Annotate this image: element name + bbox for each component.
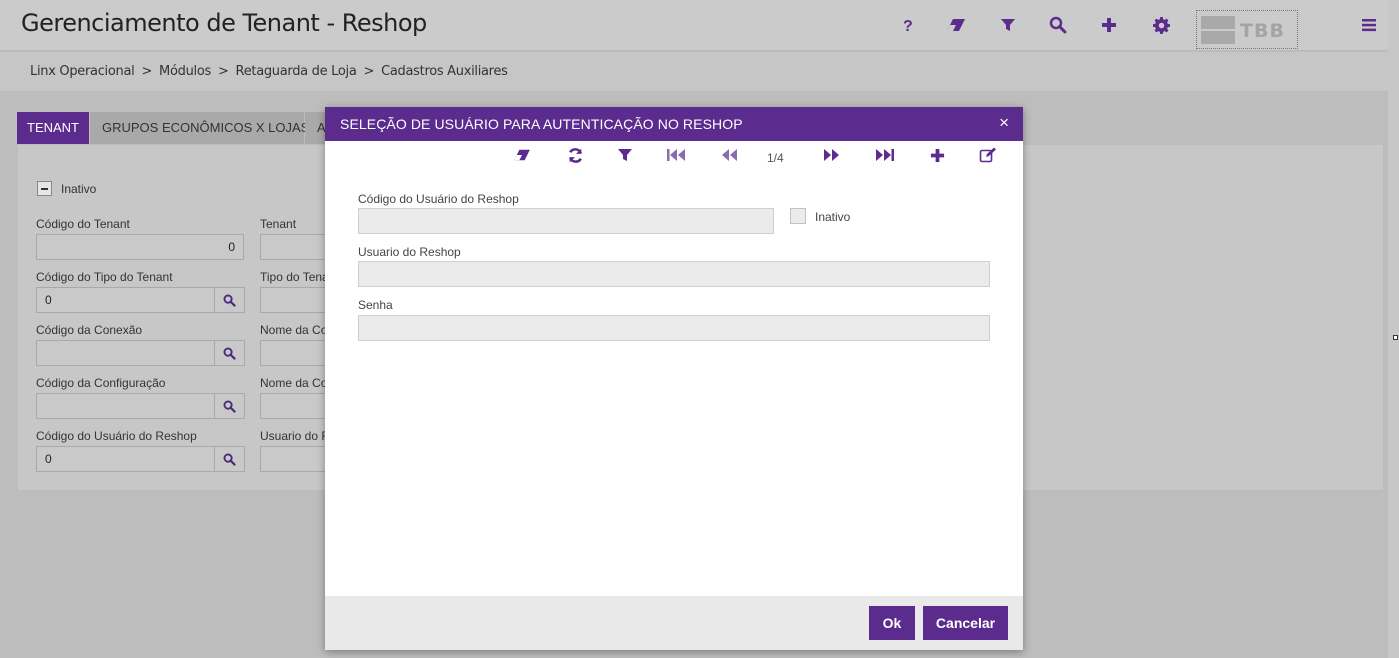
search-configuracao-button[interactable] bbox=[215, 393, 245, 419]
usuario-reshop-field[interactable] bbox=[260, 446, 330, 472]
search-conexao-button[interactable] bbox=[215, 340, 245, 366]
dialog-title: SELEÇÃO DE USUÁRIO PARA AUTENTICAÇÃO NO … bbox=[340, 116, 743, 132]
search-icon bbox=[223, 453, 236, 466]
usuario-field[interactable] bbox=[358, 261, 990, 287]
dialog-footer: Ok Cancelar bbox=[325, 596, 1023, 650]
codigo-tenant-label: Código do Tenant bbox=[36, 217, 130, 231]
search-tipo-tenant-button[interactable] bbox=[215, 287, 245, 313]
breadcrumb-item[interactable]: Retaguarda de Loja bbox=[236, 64, 357, 79]
codigo-tipo-tenant-field[interactable]: 0 bbox=[36, 287, 215, 313]
inativo-checkbox[interactable] bbox=[37, 181, 52, 196]
page-title: Gerenciamento de Tenant - Reshop bbox=[21, 9, 427, 37]
codigo-usuario-label: Código do Usuário do Reshop bbox=[358, 192, 519, 206]
usuario-label: Usuario do Reshop bbox=[358, 245, 461, 259]
inativo-checkbox[interactable] bbox=[790, 208, 806, 224]
search-icon[interactable] bbox=[1047, 14, 1069, 36]
logo-text: TBB bbox=[1240, 20, 1285, 42]
senha-field[interactable] bbox=[358, 315, 990, 341]
tab-grupos-economicos[interactable]: GRUPOS ECONÔMICOS X LOJAS bbox=[90, 112, 309, 144]
plus-icon[interactable] bbox=[926, 145, 948, 165]
menu-icon[interactable] bbox=[1358, 14, 1380, 36]
nome-conexao-field[interactable] bbox=[260, 340, 330, 366]
first-page-icon[interactable] bbox=[665, 145, 687, 165]
search-usuario-reshop-button[interactable] bbox=[215, 446, 245, 472]
breadcrumb-separator: > bbox=[363, 64, 375, 79]
breadcrumb: Linx Operacional > Módulos > Retaguarda de L… bbox=[30, 64, 508, 79]
scroll-handle[interactable] bbox=[1393, 335, 1398, 340]
prev-page-icon[interactable] bbox=[718, 145, 740, 165]
filter-icon[interactable] bbox=[997, 14, 1019, 36]
dialog-header: SELEÇÃO DE USUÁRIO PARA AUTENTICAÇÃO NO … bbox=[325, 107, 1023, 141]
codigo-configuracao-field[interactable] bbox=[36, 393, 215, 419]
inativo-label: Inativo bbox=[815, 210, 851, 224]
plus-icon[interactable] bbox=[1098, 14, 1120, 36]
inativo-label: Inativo bbox=[61, 182, 97, 196]
logo-mark-bottom bbox=[1201, 31, 1235, 44]
help-icon[interactable]: ? bbox=[896, 14, 918, 36]
nome-configuracao-field[interactable] bbox=[260, 393, 330, 419]
eraser-icon[interactable] bbox=[511, 145, 533, 165]
close-icon[interactable]: × bbox=[999, 113, 1009, 133]
codigo-tenant-field[interactable]: 0 bbox=[36, 234, 244, 260]
search-icon bbox=[223, 294, 236, 307]
user-selection-dialog: SELEÇÃO DE USUÁRIO PARA AUTENTICAÇÃO NO … bbox=[325, 107, 1023, 650]
breadcrumb-separator: > bbox=[141, 64, 153, 79]
search-icon bbox=[223, 400, 236, 413]
cancel-button[interactable]: Cancelar bbox=[923, 606, 1008, 640]
tenant-field[interactable] bbox=[260, 234, 330, 260]
codigo-conexao-field[interactable] bbox=[36, 340, 215, 366]
breadcrumb-bar: Linx Operacional > Módulos > Retaguarda de L… bbox=[0, 52, 1388, 91]
nome-configuracao-label: Nome da Co bbox=[260, 376, 328, 390]
gear-icon[interactable] bbox=[1150, 14, 1172, 36]
codigo-usuario-reshop-field[interactable]: 0 bbox=[36, 446, 215, 472]
breadcrumb-item[interactable]: Módulos bbox=[159, 64, 211, 79]
tipo-tenant-field[interactable] bbox=[260, 287, 330, 313]
codigo-configuracao-label: Código da Configuração bbox=[36, 376, 166, 390]
svg-text:?: ? bbox=[903, 18, 913, 33]
filter-icon[interactable] bbox=[614, 145, 636, 165]
last-page-icon[interactable] bbox=[874, 145, 896, 165]
ok-button[interactable]: Ok bbox=[869, 606, 915, 640]
eraser-icon[interactable] bbox=[945, 14, 967, 36]
codigo-usuario-field[interactable] bbox=[358, 208, 774, 234]
scrollbar[interactable] bbox=[1388, 0, 1399, 658]
logo: TBB bbox=[1196, 10, 1298, 49]
tenant-label: Tenant bbox=[260, 217, 297, 231]
codigo-tipo-tenant-label: Código do Tipo do Tenant bbox=[36, 270, 173, 284]
nome-conexao-label: Nome da Co bbox=[260, 323, 328, 337]
breadcrumb-separator: > bbox=[217, 64, 229, 79]
breadcrumb-item[interactable]: Linx Operacional bbox=[30, 64, 135, 79]
edit-icon[interactable] bbox=[977, 145, 999, 165]
breadcrumb-item[interactable]: Cadastros Auxiliares bbox=[381, 64, 508, 79]
search-icon bbox=[223, 347, 236, 360]
next-page-icon[interactable] bbox=[821, 145, 843, 165]
codigo-usuario-reshop-label: Código do Usuário do Reshop bbox=[36, 429, 197, 443]
logo-mark-top bbox=[1201, 16, 1235, 29]
refresh-icon[interactable] bbox=[564, 145, 586, 165]
tipo-tenant-label: Tipo do Tena bbox=[260, 270, 329, 284]
top-bar: Gerenciamento de Tenant - Reshop ? TBB bbox=[0, 0, 1388, 51]
codigo-conexao-label: Código da Conexão bbox=[36, 323, 143, 337]
tab-tenant[interactable]: TENANT bbox=[17, 112, 89, 144]
usuario-reshop-label: Usuario do R bbox=[260, 429, 331, 443]
pager-indicator: 1/4 bbox=[767, 151, 784, 165]
senha-label: Senha bbox=[358, 298, 393, 312]
